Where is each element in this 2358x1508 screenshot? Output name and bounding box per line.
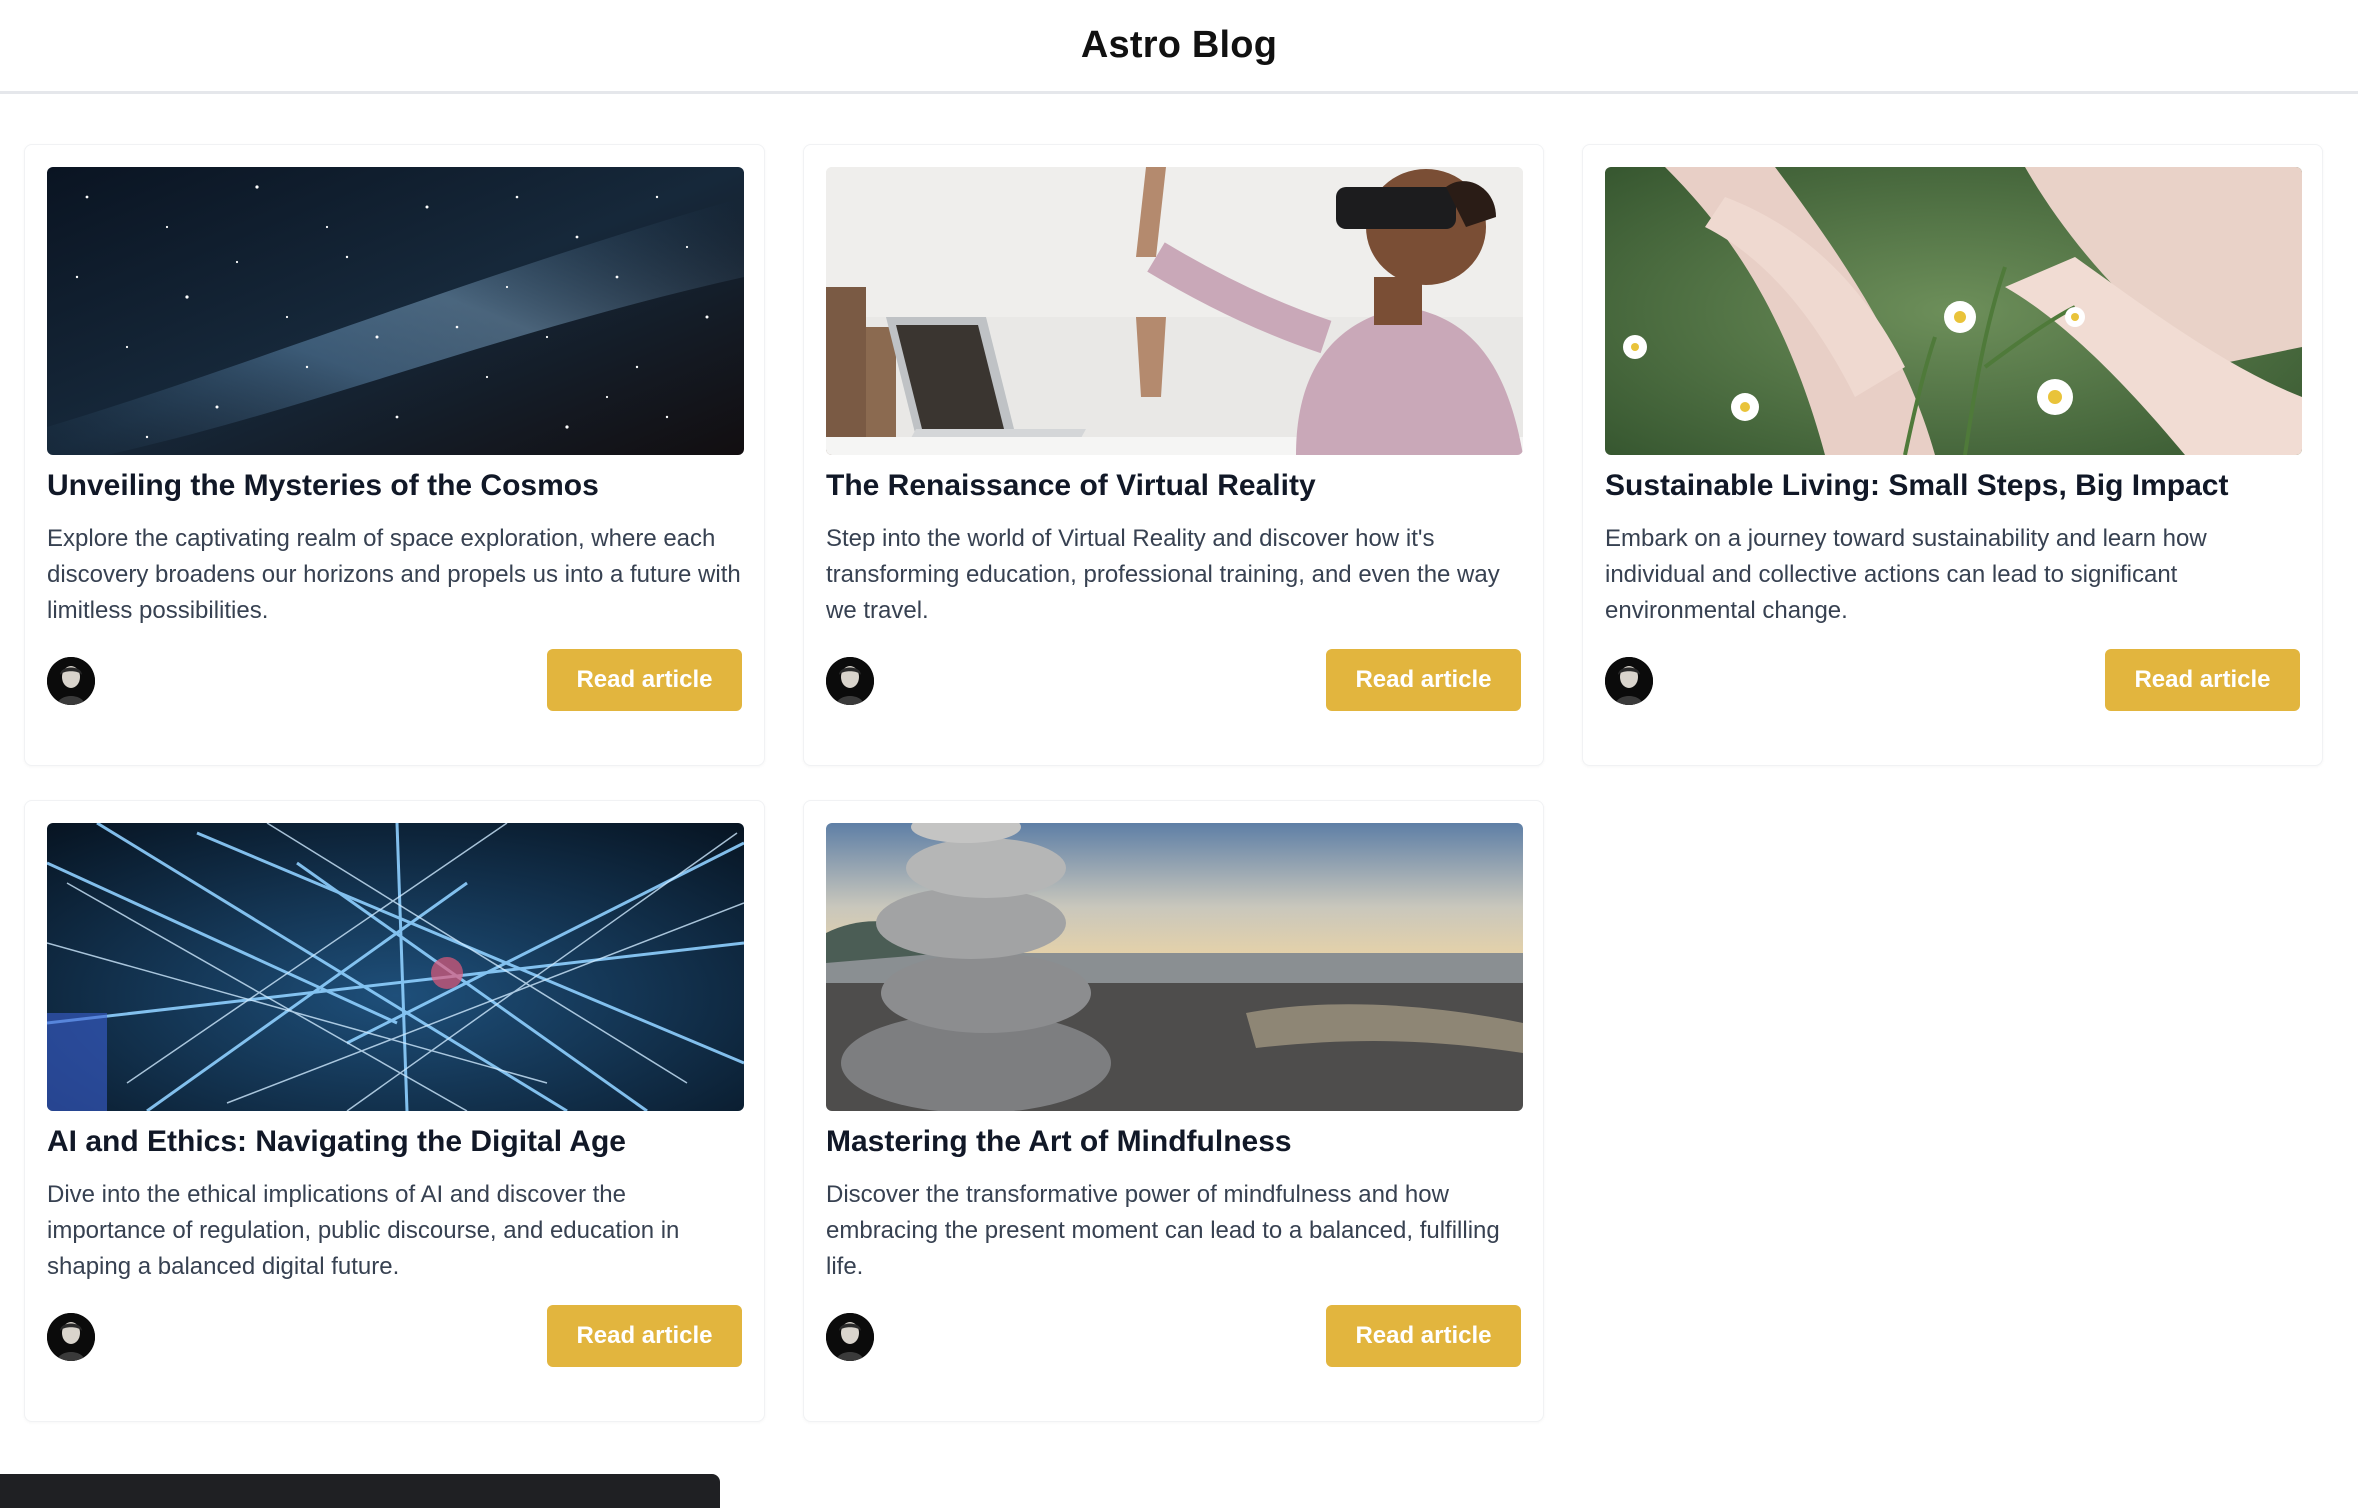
post-title[interactable]: AI and Ethics: Navigating the Digital Ag…: [47, 1125, 747, 1159]
post-description: Step into the world of Virtual Reality a…: [826, 525, 1500, 624]
post-card: AI and Ethics: Navigating the Digital Ag…: [24, 800, 765, 1422]
post-title[interactable]: Unveiling the Mysteries of the Cosmos: [47, 469, 747, 503]
post-description: Discover the transformative power of min…: [826, 1181, 1500, 1280]
post-card: Sustainable Living: Small Steps, Big Imp…: [1582, 144, 2323, 766]
post-card: Unveiling the Mysteries of the Cosmos Ex…: [24, 144, 765, 766]
author-avatar[interactable]: [1605, 657, 1653, 705]
post-image-ai[interactable]: [47, 823, 744, 1111]
post-description: Dive into the ethical implications of AI…: [47, 1181, 680, 1280]
read-article-button[interactable]: Read article: [1326, 1305, 1521, 1367]
post-description: Explore the captivating realm of space e…: [47, 525, 741, 624]
post-image-cosmos[interactable]: [47, 167, 744, 455]
read-article-button[interactable]: Read article: [2105, 649, 2300, 711]
post-card: The Renaissance of Virtual Reality Step …: [803, 144, 1544, 766]
post-image-mindfulness[interactable]: [826, 823, 1523, 1111]
post-title[interactable]: Mastering the Art of Mindfulness: [826, 1125, 1526, 1159]
post-grid: Unveiling the Mysteries of the Cosmos Ex…: [0, 0, 2358, 1508]
author-avatar[interactable]: [826, 657, 874, 705]
dev-toolbar[interactable]: [0, 1474, 720, 1508]
post-description: Embark on a journey toward sustainabilit…: [1605, 525, 2207, 624]
read-article-button[interactable]: Read article: [547, 1305, 742, 1367]
post-title[interactable]: Sustainable Living: Small Steps, Big Imp…: [1605, 469, 2305, 503]
author-avatar[interactable]: [47, 1313, 95, 1361]
author-avatar[interactable]: [47, 657, 95, 705]
post-image-vr[interactable]: [826, 167, 1523, 455]
post-card: Mastering the Art of Mindfulness Discove…: [803, 800, 1544, 1422]
post-title[interactable]: The Renaissance of Virtual Reality: [826, 469, 1526, 503]
author-avatar[interactable]: [826, 1313, 874, 1361]
read-article-button[interactable]: Read article: [1326, 649, 1521, 711]
read-article-button[interactable]: Read article: [547, 649, 742, 711]
post-image-sustainability[interactable]: [1605, 167, 2302, 455]
